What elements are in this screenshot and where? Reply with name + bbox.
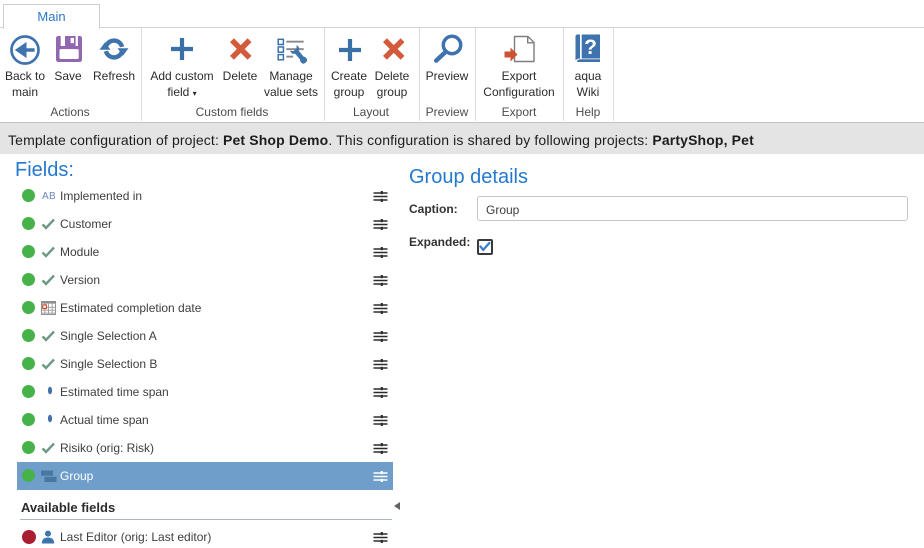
svg-text:?: ? (584, 36, 597, 59)
